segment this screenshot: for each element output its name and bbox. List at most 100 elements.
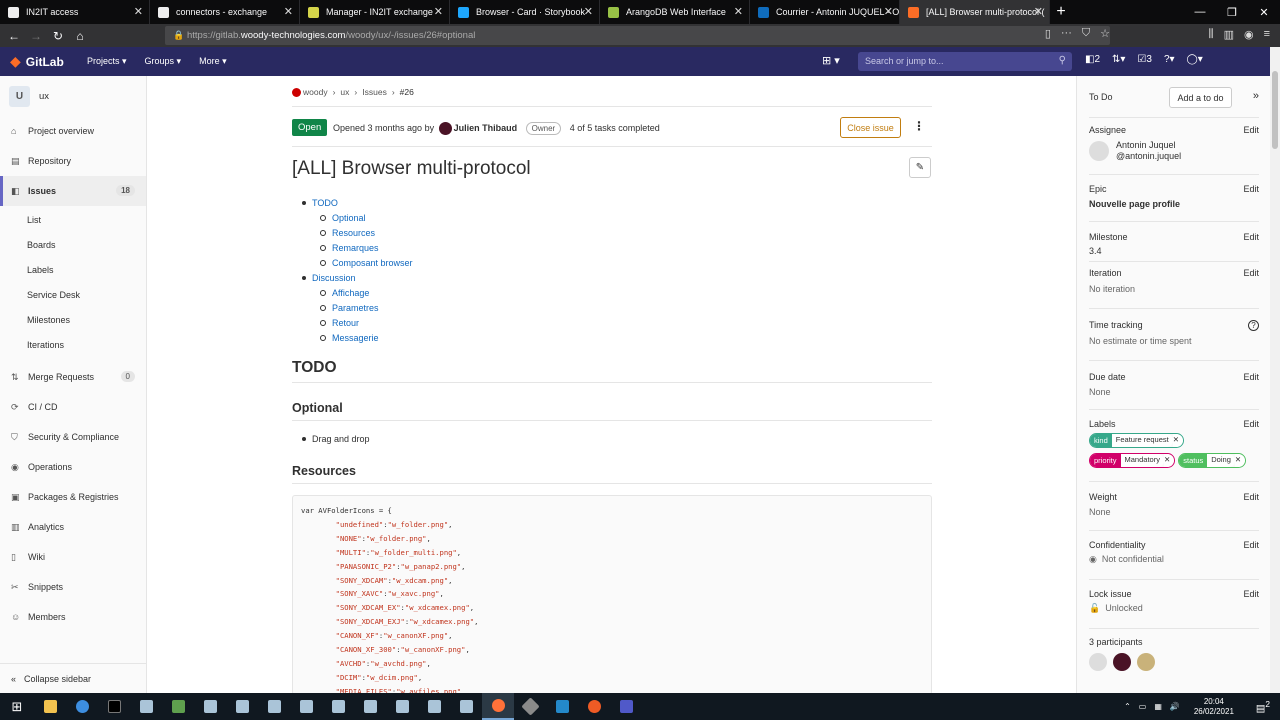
account-icon[interactable]: ◉ bbox=[1244, 28, 1254, 41]
more-menu[interactable]: More ▾ bbox=[190, 56, 236, 67]
close-icon[interactable]: ✕ bbox=[434, 5, 443, 18]
more-icon[interactable]: ··· bbox=[1061, 27, 1072, 40]
reader-icon[interactable]: ▯ bbox=[1045, 27, 1051, 40]
file-explorer-icon[interactable] bbox=[34, 693, 66, 720]
help-icon[interactable]: ? bbox=[1248, 320, 1259, 331]
menu-icon[interactable]: ≡ bbox=[1264, 28, 1270, 41]
remove-label-icon[interactable]: ✕ bbox=[1172, 434, 1184, 447]
window-icon[interactable] bbox=[226, 693, 258, 720]
edit-labels-link[interactable]: Edit bbox=[1243, 419, 1259, 429]
home-icon[interactable]: ⌂ bbox=[69, 29, 91, 43]
forward-icon[interactable]: → bbox=[25, 29, 47, 43]
breadcrumb-issue-id[interactable]: #26 bbox=[400, 87, 414, 97]
gitlab-logo[interactable]: ◆ GitLab bbox=[0, 53, 78, 70]
sidebar-item-issues[interactable]: ◧ Issues 18 bbox=[0, 176, 146, 206]
project-header[interactable]: U ux bbox=[0, 76, 146, 116]
label-priority[interactable]: priority Mandatory ✕ bbox=[1089, 453, 1176, 468]
app-icon[interactable] bbox=[66, 693, 98, 720]
double-chevron-right-icon[interactable]: » bbox=[1253, 90, 1259, 102]
edit-iteration-link[interactable]: Edit bbox=[1243, 268, 1259, 278]
window-icon[interactable] bbox=[354, 693, 386, 720]
edit-epic-link[interactable]: Edit bbox=[1243, 184, 1259, 194]
volume-icon[interactable]: 🔊 bbox=[1170, 702, 1180, 711]
browser-tab[interactable]: ArangoDB Web Interface ✕ bbox=[600, 0, 750, 24]
browser-tab[interactable]: connectors - exchange ✕ bbox=[150, 0, 300, 24]
sidebar-subitem-boards[interactable]: Boards bbox=[0, 232, 146, 257]
close-icon[interactable]: ✕ bbox=[134, 5, 143, 18]
edit-milestone-link[interactable]: Edit bbox=[1243, 232, 1259, 242]
scrollbar-thumb[interactable] bbox=[1272, 71, 1278, 149]
sidebar-icon[interactable]: ▥ bbox=[1224, 28, 1234, 41]
todos-icon[interactable]: ☑3 bbox=[1137, 54, 1152, 65]
window-icon[interactable] bbox=[258, 693, 290, 720]
page-scrollbar[interactable] bbox=[1270, 47, 1280, 693]
edit-weight-link[interactable]: Edit bbox=[1243, 492, 1259, 502]
window-icon[interactable] bbox=[130, 693, 162, 720]
participant-avatar[interactable] bbox=[1137, 653, 1155, 671]
teams-icon[interactable] bbox=[610, 693, 642, 720]
label-kind[interactable]: kind Feature request ✕ bbox=[1089, 433, 1185, 448]
restore-icon[interactable]: ❐ bbox=[1216, 0, 1248, 24]
bookmark-icon[interactable]: ☆ bbox=[1100, 27, 1110, 40]
sidebar-subitem-milestones[interactable]: Milestones bbox=[0, 307, 146, 332]
browser-tab[interactable]: IN2IT access ✕ bbox=[0, 0, 150, 24]
author-avatar[interactable] bbox=[438, 122, 452, 135]
sidebar-item-wiki[interactable]: ▯ Wiki bbox=[0, 542, 146, 572]
clock[interactable]: 20:04 26/02/2021 bbox=[1194, 697, 1234, 717]
notification-icon[interactable]: ▤2 bbox=[1256, 699, 1270, 714]
close-icon[interactable]: ✕ bbox=[1034, 5, 1043, 18]
pencil-icon[interactable]: ✎ bbox=[909, 157, 931, 178]
sidebar-item-project-overview[interactable]: ⌂ Project overview bbox=[0, 116, 146, 146]
nodejs-icon[interactable] bbox=[162, 693, 194, 720]
sidebar-subitem-iterations[interactable]: Iterations bbox=[0, 332, 146, 357]
browser-tab[interactable]: Browser - Card · Storybook ✕ bbox=[450, 0, 600, 24]
remove-label-icon[interactable]: ✕ bbox=[1234, 454, 1246, 467]
collapse-sidebar-button[interactable]: «Collapse sidebar bbox=[0, 663, 147, 693]
sidebar-item-operations[interactable]: ◉ Operations bbox=[0, 452, 146, 482]
close-icon[interactable]: ✕ bbox=[284, 5, 293, 18]
edit-due-date-link[interactable]: Edit bbox=[1243, 372, 1259, 382]
participant-avatar[interactable] bbox=[1113, 653, 1131, 671]
windows-start-icon[interactable]: ⊞ bbox=[0, 699, 34, 715]
close-icon[interactable]: ✕ bbox=[1248, 0, 1280, 24]
assignee-avatar[interactable] bbox=[1089, 141, 1109, 161]
back-icon[interactable]: ← bbox=[3, 29, 25, 43]
url-bar[interactable]: 🔒 https://gitlab. woody-technologies.com /… bbox=[165, 26, 1110, 45]
sidebar-subitem-labels[interactable]: Labels bbox=[0, 257, 146, 282]
add-todo-button[interactable]: Add a to do bbox=[1169, 87, 1232, 108]
battery-icon[interactable]: ▭ bbox=[1139, 702, 1147, 711]
git-icon[interactable] bbox=[514, 693, 546, 720]
close-icon[interactable]: ✕ bbox=[734, 5, 743, 18]
sidebar-item-analytics[interactable]: ▥ Analytics bbox=[0, 512, 146, 542]
sidebar-item-security[interactable]: ⛉ Security & Compliance bbox=[0, 422, 146, 452]
merge-requests-icon[interactable]: ⇅▾ bbox=[1112, 54, 1125, 65]
window-icon[interactable] bbox=[290, 693, 322, 720]
sidebar-item-packages[interactable]: ▣ Packages & Registries bbox=[0, 482, 146, 512]
issues-nav-icon[interactable]: ◧2 bbox=[1085, 54, 1100, 65]
library-icon[interactable]: ⫼ bbox=[1209, 28, 1214, 41]
sidebar-item-repository[interactable]: ▤ Repository bbox=[0, 146, 146, 176]
chevron-up-icon[interactable]: ⌃ bbox=[1124, 702, 1131, 711]
projects-menu[interactable]: Projects ▾ bbox=[78, 56, 136, 67]
author-link[interactable]: Julien Thibaud bbox=[454, 123, 518, 133]
sidebar-item-snippets[interactable]: ✂ Snippets bbox=[0, 572, 146, 602]
terminal-icon[interactable] bbox=[98, 693, 130, 720]
groups-menu[interactable]: Groups ▾ bbox=[136, 56, 191, 67]
postman-icon[interactable] bbox=[578, 693, 610, 720]
window-icon[interactable] bbox=[418, 693, 450, 720]
vscode-icon[interactable] bbox=[546, 693, 578, 720]
remove-label-icon[interactable]: ✕ bbox=[1163, 454, 1175, 467]
browser-tab[interactable]: Manager - IN2IT exchange ✕ bbox=[300, 0, 450, 24]
kebab-menu-icon[interactable]: ⋮ bbox=[913, 119, 925, 133]
sidebar-item-merge-requests[interactable]: ⇅ Merge Requests 0 bbox=[0, 362, 146, 392]
avatar[interactable]: ◯▾ bbox=[1187, 54, 1203, 65]
firefox-icon[interactable] bbox=[482, 693, 514, 720]
window-icon[interactable] bbox=[386, 693, 418, 720]
edit-assignee-link[interactable]: Edit bbox=[1243, 125, 1259, 135]
help-icon[interactable]: ?▾ bbox=[1164, 54, 1175, 65]
new-item-icon[interactable]: ⊞ ▾ bbox=[822, 54, 840, 67]
breadcrumb-issues[interactable]: Issues bbox=[362, 87, 387, 97]
close-issue-button[interactable]: Close issue bbox=[840, 117, 901, 138]
close-icon[interactable]: ✕ bbox=[884, 5, 893, 18]
breadcrumb-project[interactable]: ux bbox=[340, 87, 349, 97]
